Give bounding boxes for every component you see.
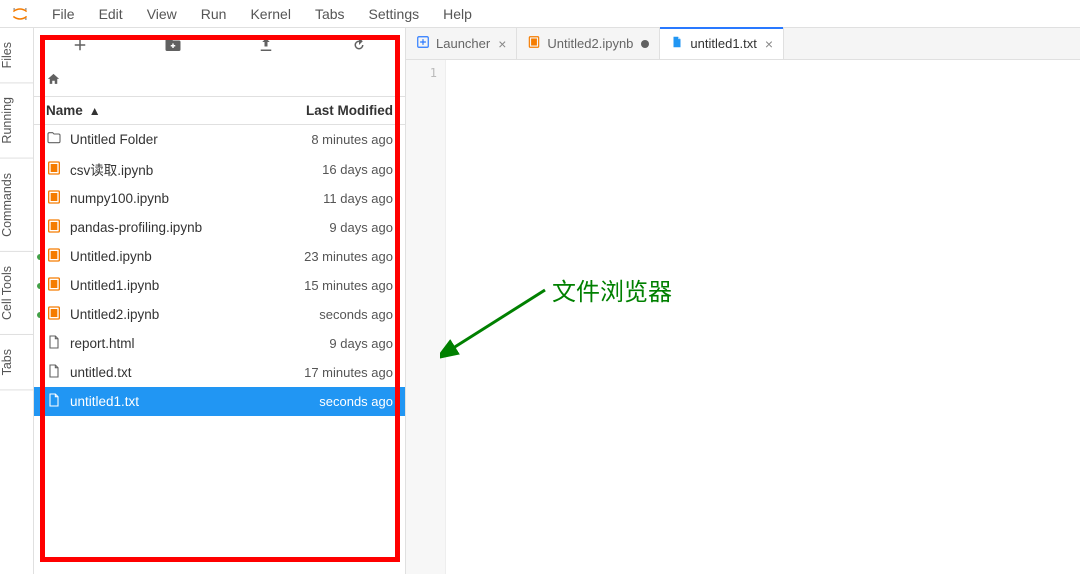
rail-tab-commands[interactable]: Commands — [0, 159, 33, 252]
rail-tab-tabs[interactable]: Tabs — [0, 335, 33, 390]
breadcrumb[interactable] — [34, 66, 405, 96]
close-icon[interactable]: × — [765, 36, 773, 52]
notebook-icon — [527, 35, 541, 52]
sort-asc-icon: ▲ — [89, 104, 101, 118]
file-modified: 8 minutes ago — [311, 132, 393, 147]
file-row[interactable]: csv读取.ipynb16 days ago — [34, 154, 405, 184]
file-icon — [46, 363, 70, 382]
file-modified: seconds ago — [319, 307, 393, 322]
file-name: Untitled.ipynb — [70, 249, 304, 264]
rail-tab-cell-tools[interactable]: Cell Tools — [0, 252, 33, 335]
file-browser-panel: Name ▲ Last Modified Untitled Folder8 mi… — [34, 28, 406, 574]
menu-file[interactable]: File — [40, 2, 87, 26]
file-list-header[interactable]: Name ▲ Last Modified — [34, 96, 405, 125]
editor-body[interactable] — [446, 60, 1080, 574]
file-row[interactable]: Untitled.ipynb23 minutes ago — [34, 242, 405, 271]
notebook-icon — [46, 276, 70, 295]
running-indicator-icon — [37, 254, 43, 260]
file-icon — [46, 334, 70, 353]
notebook-icon — [46, 247, 70, 266]
textfile-icon — [670, 35, 684, 52]
file-name: csv读取.ipynb — [70, 159, 322, 179]
file-name: Untitled Folder — [70, 132, 311, 147]
upload-button[interactable] — [257, 36, 275, 57]
file-row[interactable]: untitled1.txtseconds ago — [34, 387, 405, 416]
menu-settings[interactable]: Settings — [357, 2, 432, 26]
close-icon[interactable]: × — [498, 36, 506, 52]
file-row[interactable]: untitled.txt17 minutes ago — [34, 358, 405, 387]
file-row[interactable]: report.html9 days ago — [34, 329, 405, 358]
file-name: Untitled2.ipynb — [70, 307, 319, 322]
tab-label: Launcher — [436, 36, 490, 51]
editor-tabbar: Launcher × Untitled2.ipynb untitled1.txt × — [406, 28, 1080, 60]
file-icon — [46, 392, 70, 411]
file-modified: 16 days ago — [322, 162, 393, 177]
menu-kernel[interactable]: Kernel — [238, 2, 302, 26]
file-name: pandas-profiling.ipynb — [70, 220, 329, 235]
home-icon — [46, 72, 61, 87]
file-modified: 9 days ago — [329, 220, 393, 235]
notebook-icon — [46, 160, 70, 179]
file-name: numpy100.ipynb — [70, 191, 323, 206]
file-row[interactable]: Untitled2.ipynbseconds ago — [34, 300, 405, 329]
refresh-button[interactable] — [350, 36, 368, 57]
menu-edit[interactable]: Edit — [87, 2, 135, 26]
editor-gutter: 1 — [406, 60, 446, 574]
tab-label: untitled1.txt — [690, 36, 757, 51]
rail-tab-files[interactable]: Files — [0, 28, 33, 83]
file-row[interactable]: Untitled1.ipynb15 minutes ago — [34, 271, 405, 300]
menubar: FileEditViewRunKernelTabsSettingsHelp — [0, 0, 1080, 28]
notebook-icon — [46, 305, 70, 324]
content-area: Launcher × Untitled2.ipynb untitled1.txt × 1 — [406, 28, 1080, 574]
jupyter-logo-icon — [10, 4, 30, 24]
unsaved-indicator-icon — [641, 40, 649, 48]
editor-tab[interactable]: Launcher × — [406, 28, 517, 59]
new-folder-button[interactable] — [164, 36, 182, 57]
new-launcher-button[interactable] — [71, 36, 89, 57]
notebook-icon — [46, 218, 70, 237]
file-modified: 11 days ago — [323, 191, 393, 206]
line-number: 1 — [406, 64, 437, 82]
launcher-icon — [416, 35, 430, 52]
text-editor[interactable]: 1 — [406, 60, 1080, 574]
header-modified-label: Last Modified — [306, 103, 393, 118]
editor-tab[interactable]: Untitled2.ipynb — [517, 28, 660, 59]
running-indicator-icon — [37, 312, 43, 318]
notebook-icon — [46, 189, 70, 208]
editor-tab[interactable]: untitled1.txt × — [660, 28, 784, 59]
file-modified: 15 minutes ago — [304, 278, 393, 293]
file-modified: 9 days ago — [329, 336, 393, 351]
left-rail: FilesRunningCommandsCell ToolsTabs — [0, 28, 34, 574]
file-name: report.html — [70, 336, 329, 351]
tab-label: Untitled2.ipynb — [547, 36, 633, 51]
file-name: Untitled1.ipynb — [70, 278, 304, 293]
file-list: Untitled Folder8 minutes agocsv读取.ipynb1… — [34, 125, 405, 574]
header-name-label: Name — [46, 103, 83, 118]
file-row[interactable]: Untitled Folder8 minutes ago — [34, 125, 405, 154]
file-modified: 23 minutes ago — [304, 249, 393, 264]
file-modified: 17 minutes ago — [304, 365, 393, 380]
file-name: untitled1.txt — [70, 394, 319, 409]
file-row[interactable]: numpy100.ipynb11 days ago — [34, 184, 405, 213]
file-row[interactable]: pandas-profiling.ipynb9 days ago — [34, 213, 405, 242]
rail-tab-running[interactable]: Running — [0, 83, 33, 159]
running-indicator-icon — [37, 283, 43, 289]
annotation-label: 文件浏览器 — [552, 272, 672, 307]
menu-tabs[interactable]: Tabs — [303, 2, 357, 26]
file-modified: seconds ago — [319, 394, 393, 409]
menu-help[interactable]: Help — [431, 2, 484, 26]
file-browser-toolbar — [34, 28, 405, 66]
folder-icon — [46, 130, 70, 149]
menu-run[interactable]: Run — [189, 2, 239, 26]
file-name: untitled.txt — [70, 365, 304, 380]
menu-view[interactable]: View — [135, 2, 189, 26]
